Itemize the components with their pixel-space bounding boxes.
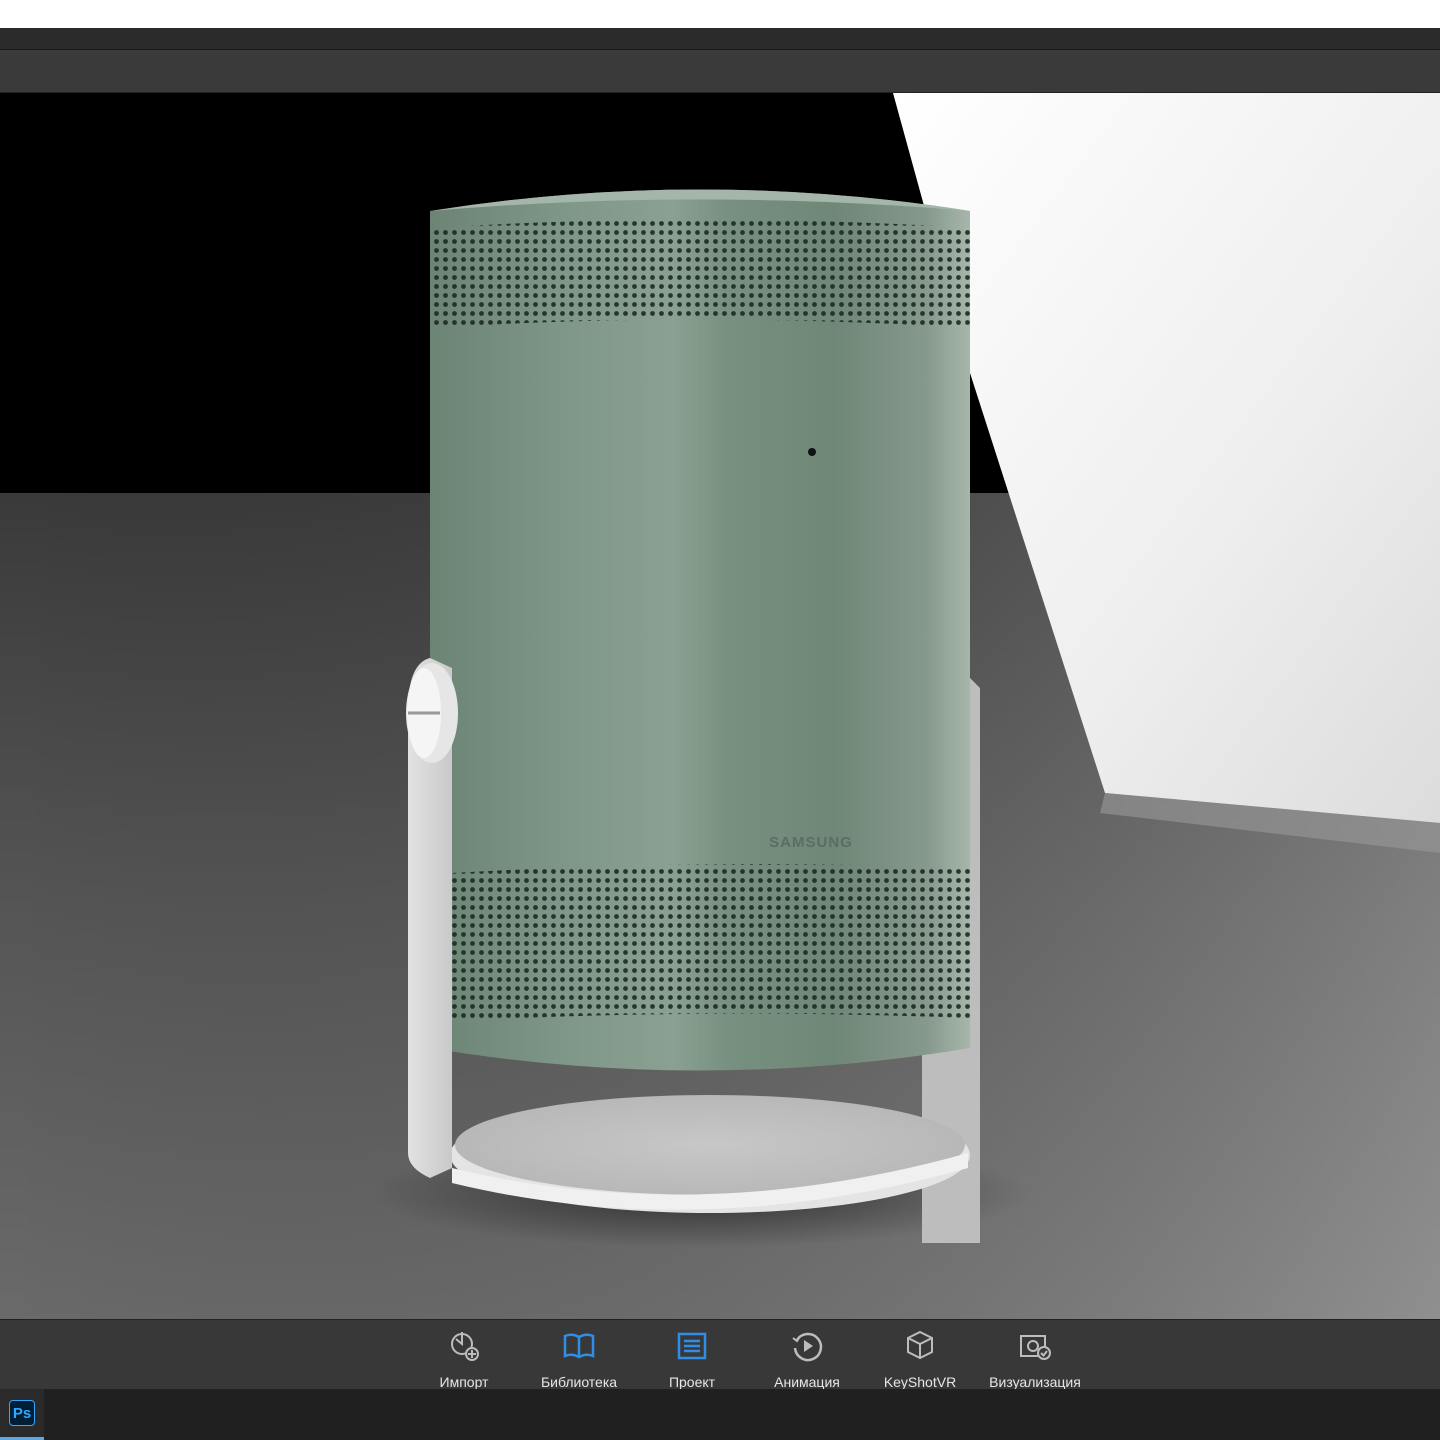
ribbon-label-keyshotvr: KeyShotVR bbox=[883, 1374, 957, 1390]
animation-play-icon bbox=[787, 1326, 827, 1366]
ribbon-label-animation: Анимация bbox=[774, 1374, 840, 1390]
bottom-ribbon: Импорт Библиотека Проект Анимация KeySho… bbox=[0, 1319, 1440, 1390]
top-margin bbox=[0, 0, 1440, 28]
ribbon-button-animation[interactable]: Анимация bbox=[752, 1320, 862, 1390]
sensor-dot bbox=[808, 448, 816, 456]
ribbon-button-import[interactable]: Импорт bbox=[409, 1320, 519, 1390]
ribbon-button-render[interactable]: Визуализация bbox=[980, 1320, 1090, 1390]
window-titlebar bbox=[0, 28, 1440, 50]
ribbon-label-import: Импорт bbox=[439, 1374, 489, 1390]
keyshotvr-cube-icon bbox=[900, 1326, 940, 1366]
library-book-icon bbox=[559, 1326, 599, 1366]
ribbon-button-library[interactable]: Библиотека bbox=[524, 1320, 634, 1390]
scene-render: SAMSUNG bbox=[0, 93, 1440, 1319]
brand-logo: SAMSUNG bbox=[769, 834, 853, 851]
main-toolbar bbox=[0, 50, 1440, 93]
ribbon-label-project: Проект bbox=[668, 1374, 716, 1390]
ribbon-button-keyshotvr[interactable]: KeyShotVR bbox=[865, 1320, 975, 1390]
ribbon-label-render: Визуализация bbox=[989, 1374, 1081, 1390]
photoshop-icon: Ps bbox=[9, 1400, 35, 1426]
top-speaker-grille bbox=[430, 219, 970, 328]
import-icon bbox=[444, 1326, 484, 1366]
project-list-icon bbox=[672, 1326, 712, 1366]
render-viewport[interactable]: SAMSUNG bbox=[0, 93, 1440, 1319]
render-camera-icon bbox=[1015, 1326, 1055, 1366]
bottom-speaker-grille bbox=[452, 864, 970, 1021]
ribbon-button-project[interactable]: Проект bbox=[637, 1320, 747, 1390]
os-taskbar: Ps bbox=[0, 1389, 1440, 1440]
ribbon-label-library: Библиотека bbox=[540, 1374, 618, 1390]
taskbar-app-photoshop[interactable]: Ps bbox=[0, 1389, 44, 1440]
